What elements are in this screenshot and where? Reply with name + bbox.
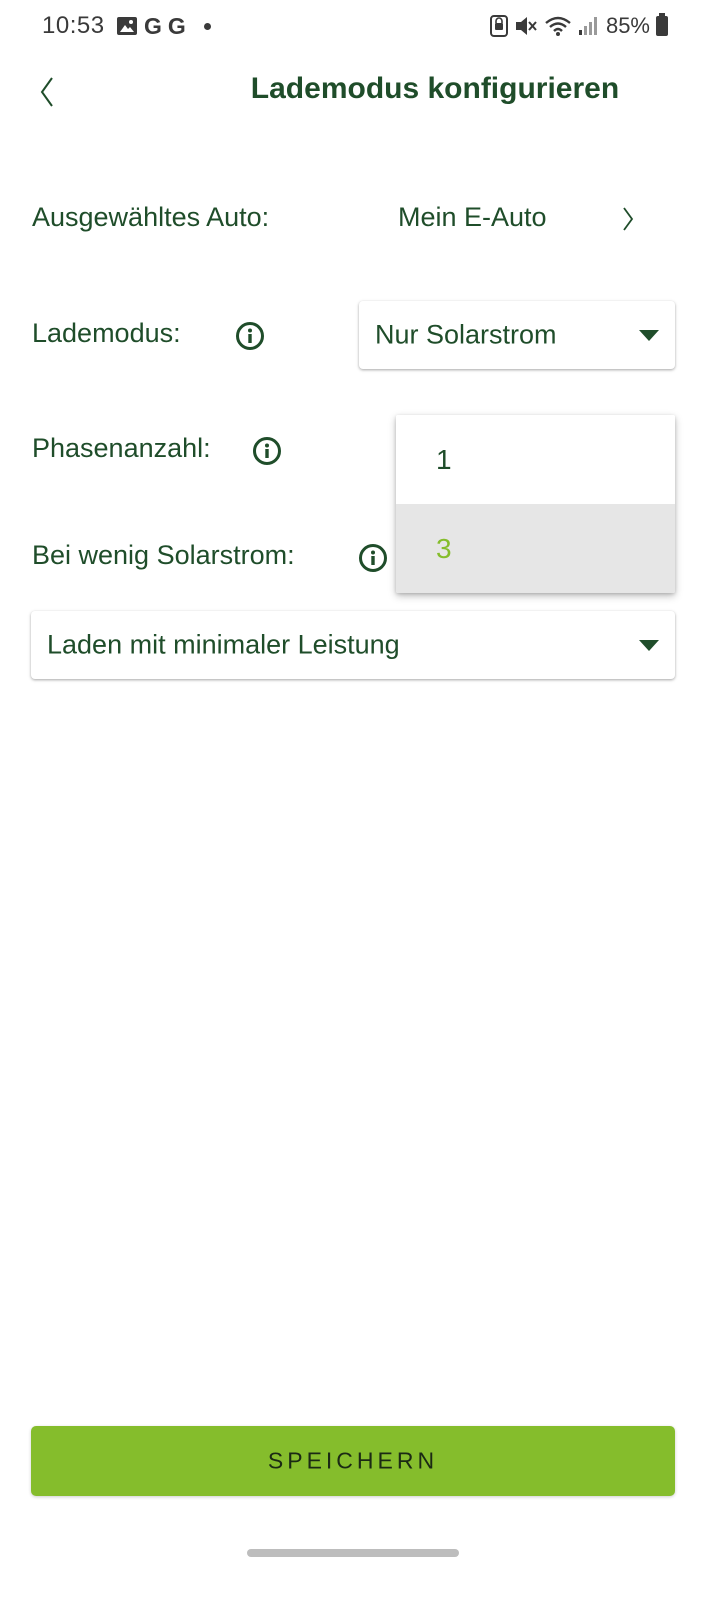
system-icons: 85% (489, 12, 668, 40)
dropdown-option-label: 1 (436, 443, 452, 475)
back-button[interactable] (34, 72, 64, 112)
chevron-right-icon[interactable] (620, 204, 636, 234)
dropdown-option-1[interactable]: 1 (396, 415, 675, 504)
notification-dot-icon (203, 22, 211, 30)
status-time: 10:53 (42, 12, 105, 39)
wifi-icon (545, 16, 571, 36)
gallery-icon (117, 17, 137, 35)
phases-dropdown-menu: 1 3 (396, 415, 675, 593)
low-solar-label: Bei wenig Solarstrom: (32, 540, 295, 570)
notification-icons: G G (116, 12, 211, 40)
info-icon[interactable] (358, 543, 388, 573)
save-button[interactable]: SPEICHERN (31, 1426, 675, 1496)
low-solar-select[interactable]: Laden mit minimaler Leistung (31, 611, 675, 679)
dropdown-arrow-icon (639, 640, 659, 651)
google-icon: G (144, 13, 162, 39)
home-indicator[interactable] (247, 1549, 459, 1557)
selected-car-label: Ausgewähltes Auto: (32, 202, 270, 232)
charge-mode-select[interactable]: Nur Solarstrom (359, 301, 675, 369)
selected-car-value[interactable]: Mein E-Auto (398, 202, 547, 233)
low-solar-value: Laden mit minimaler Leistung (47, 629, 400, 660)
info-icon[interactable] (235, 321, 265, 351)
info-icon[interactable] (252, 436, 282, 466)
dropdown-option-3[interactable]: 3 (396, 504, 675, 593)
google-icon: G (167, 13, 186, 39)
dropdown-option-label: 3 (436, 532, 452, 564)
charge-mode-value: Nur Solarstrom (375, 319, 557, 350)
save-button-label: SPEICHERN (267, 1447, 439, 1474)
nfc-icon (489, 15, 508, 37)
dropdown-arrow-icon (639, 330, 659, 341)
charge-mode-label: Lademodus: (32, 318, 181, 348)
battery-icon (656, 13, 668, 36)
status-bar: 10:53 G G 85% (0, 0, 720, 52)
phases-label: Phasenanzahl: (32, 433, 211, 463)
chevron-left-icon (40, 77, 53, 107)
mute-icon (515, 17, 537, 35)
page-title: Lademodus konfigurieren (250, 72, 620, 105)
battery-percentage: 85% (605, 13, 650, 38)
signal-icon (578, 17, 597, 35)
